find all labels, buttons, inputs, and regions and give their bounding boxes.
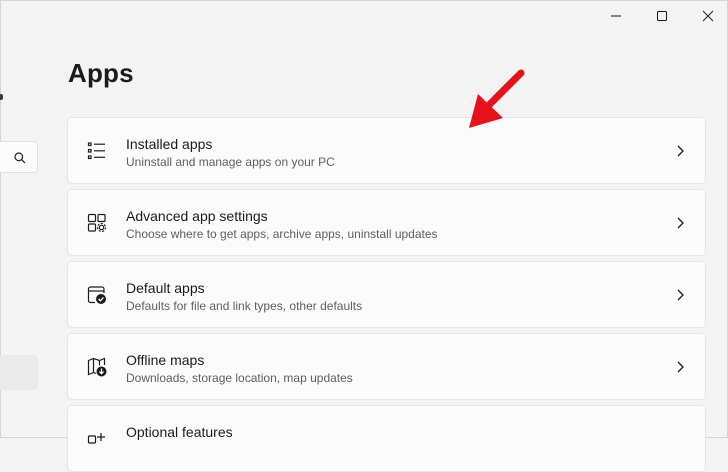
card-offline-maps[interactable]: Offline maps Downloads, storage location… <box>67 333 706 400</box>
annotation-arrow <box>469 69 525 128</box>
card-advanced-app-settings[interactable]: Advanced app settings Choose where to ge… <box>67 189 706 256</box>
card-subtitle: Uninstall and manage apps on your PC <box>126 155 335 169</box>
offline-maps-icon <box>87 357 107 377</box>
nav-dot <box>0 94 3 100</box>
search-icon <box>14 152 26 164</box>
card-title: Installed apps <box>126 136 213 152</box>
optional-features-icon <box>87 433 105 444</box>
card-optional-features[interactable]: Optional features <box>67 405 706 472</box>
card-default-apps[interactable]: Default apps Defaults for file and link … <box>67 261 706 328</box>
page-title: Apps <box>68 58 134 88</box>
card-title: Offline maps <box>126 352 205 368</box>
app-settings-icon <box>87 213 107 233</box>
chevron-right-icon <box>677 145 684 157</box>
card-subtitle: Choose where to get apps, archive apps, … <box>126 227 438 241</box>
default-apps-icon <box>87 286 106 304</box>
close-button[interactable] <box>685 0 728 32</box>
card-installed-apps[interactable]: Installed apps Uninstall and manage apps… <box>67 117 706 184</box>
chevron-right-icon <box>677 361 684 373</box>
list-icon <box>87 142 105 160</box>
card-title: Advanced app settings <box>126 208 268 224</box>
minimize-button[interactable] <box>593 0 639 32</box>
chevron-right-icon <box>677 217 684 229</box>
sidebar-item-selected[interactable] <box>0 355 38 390</box>
maximize-icon <box>657 11 667 21</box>
card-subtitle: Defaults for file and link types, other … <box>126 299 363 313</box>
card-title: Default apps <box>126 280 205 296</box>
minimize-icon <box>611 15 621 17</box>
search-input[interactable] <box>0 141 38 173</box>
maximize-button[interactable] <box>639 0 685 32</box>
card-subtitle: Downloads, storage location, map updates <box>126 371 353 385</box>
close-icon <box>702 10 714 22</box>
chevron-right-icon <box>677 289 684 301</box>
